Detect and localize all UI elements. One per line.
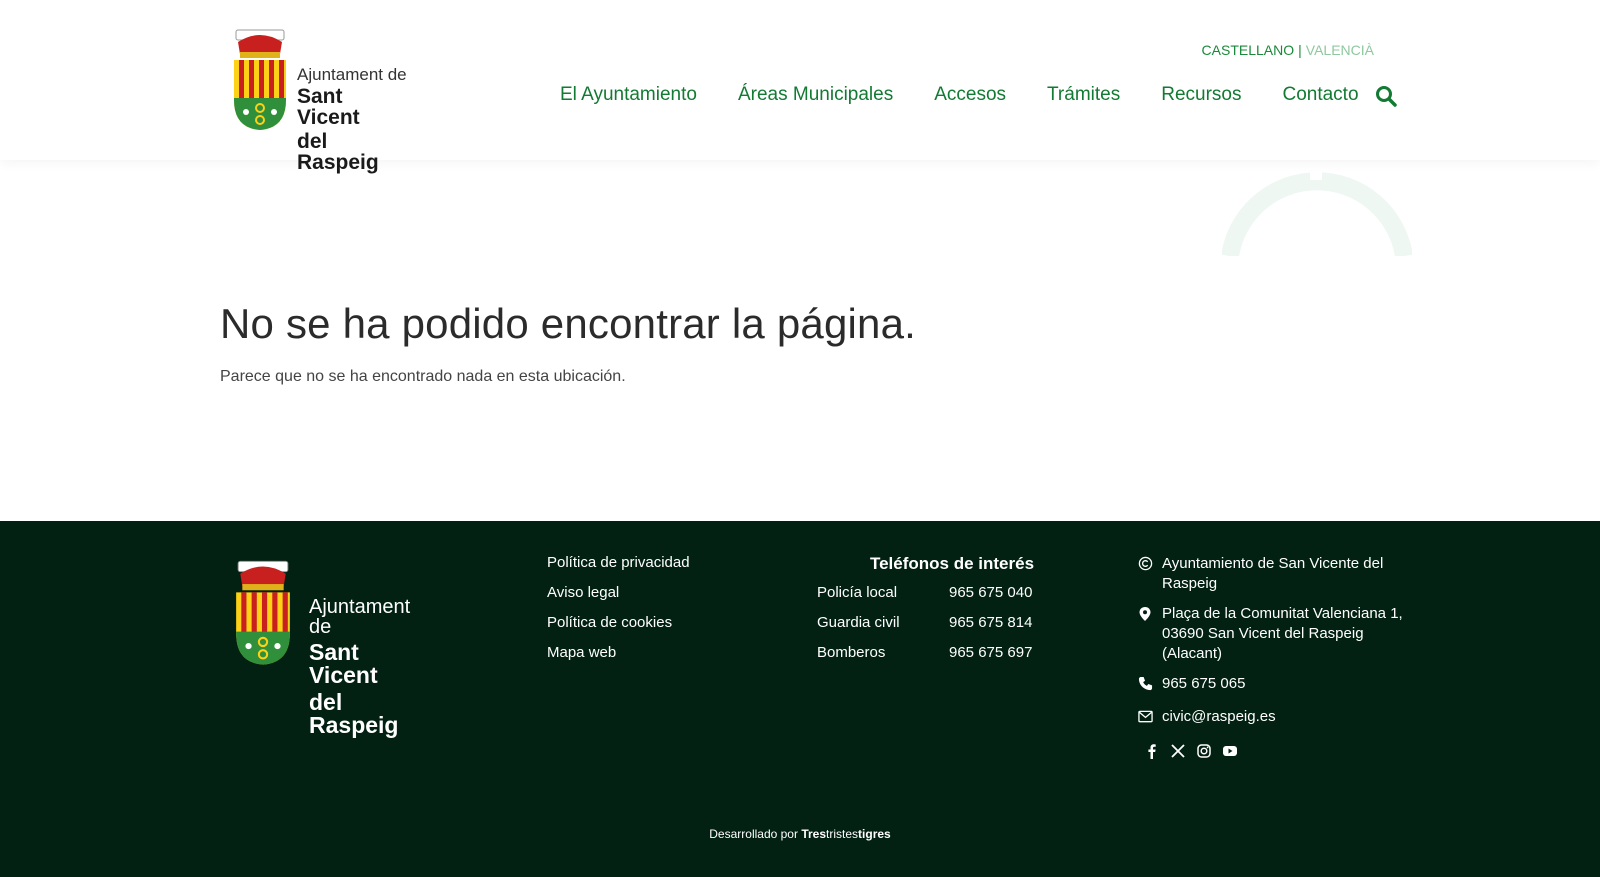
phone-name: Guardia civil <box>817 614 900 631</box>
main-content: No se ha podido encontrar la página. Par… <box>220 300 1220 386</box>
footer-logo-line-3: del Raspeig <box>309 689 399 738</box>
lang-separator: | <box>1298 42 1302 58</box>
phone-row: Bomberos 965 675 697 <box>817 644 1047 662</box>
phones-title: Teléfonos de interés <box>869 554 1035 573</box>
logo-line-3: del Raspeig <box>297 130 379 174</box>
credit-brand[interactable]: Trestristestigres <box>801 827 890 841</box>
search-icon[interactable] <box>1374 84 1398 108</box>
useful-phones: Teléfonos de interés Policía local 965 6… <box>817 554 1047 674</box>
credit-brand-part-3: tigres <box>858 827 891 841</box>
address-text: Plaça de la Comunitat Valenciana 1, 0369… <box>1162 605 1403 662</box>
contact-info: Ayuntamiento de San Vicente del Raspeig … <box>1138 554 1408 759</box>
page-title: No se ha podido encontrar la página. <box>220 300 917 347</box>
phone-icon <box>1138 674 1162 697</box>
credit-brand-part-2: tristes <box>826 827 859 841</box>
social-links <box>1144 743 1408 759</box>
decorative-arc <box>1222 160 1412 256</box>
logo-line-1: Ajuntament de <box>297 65 407 84</box>
nav-contacto[interactable]: Contacto <box>1282 84 1358 106</box>
contact-phone: 965 675 065 <box>1138 674 1408 697</box>
phone-number[interactable]: 965 675 040 <box>949 584 1032 602</box>
site-header: Ajuntament de Sant Vicent del Raspeig CA… <box>0 0 1600 173</box>
phone-row: Guardia civil 965 675 814 <box>817 614 1047 632</box>
envelope-icon <box>1138 707 1162 729</box>
link-cookie-policy[interactable]: Política de cookies <box>547 614 690 632</box>
credit-prefix: Desarrollado por <box>709 827 798 841</box>
footer-logo-line-2: Sant Vicent <box>309 639 378 688</box>
copyright-icon <box>1138 554 1162 594</box>
language-switcher: CASTELLANO | VALENCIÀ <box>1202 42 1374 58</box>
contact-copyright: Ayuntamiento de San Vicente del Raspeig <box>1138 554 1408 594</box>
nav-tramites[interactable]: Trámites <box>1047 84 1120 106</box>
site-logo[interactable]: Ajuntament de Sant Vicent del Raspeig <box>230 28 410 173</box>
link-legal-notice[interactable]: Aviso legal <box>547 584 690 602</box>
phone-number[interactable]: 965 675 814 <box>949 614 1032 632</box>
phone-row: Policía local 965 675 040 <box>817 584 1047 602</box>
copyright-text: Ayuntamiento de San Vicente del Raspeig <box>1162 555 1384 592</box>
nav-accesos[interactable]: Accesos <box>934 84 1006 106</box>
contact-phone-number[interactable]: 965 675 065 <box>1162 674 1245 697</box>
footer-logo[interactable]: Ajuntament de Sant Vicent del Raspeig <box>232 554 432 737</box>
link-sitemap[interactable]: Mapa web <box>547 644 690 662</box>
coat-of-arms-icon <box>236 560 290 665</box>
phone-name: Bomberos <box>817 644 886 661</box>
youtube-icon[interactable] <box>1222 743 1238 759</box>
lang-valencia-link[interactable]: VALENCIÀ <box>1306 42 1374 58</box>
contact-address: Plaça de la Comunitat Valenciana 1, 0369… <box>1138 604 1408 664</box>
instagram-icon[interactable] <box>1196 743 1212 759</box>
facebook-icon[interactable] <box>1144 743 1160 759</box>
logo-line-2: Sant Vicent <box>297 85 360 129</box>
page-subtitle: Parece que no se ha encontrado nada en e… <box>220 368 626 385</box>
footer-logo-line-1: Ajuntament de <box>309 596 411 638</box>
location-pin-icon <box>1138 604 1162 664</box>
developer-credit: Desarrollado por Trestristestigres <box>0 827 1600 841</box>
credit-brand-part-1: Tres <box>801 827 827 841</box>
contact-email: civic@raspeig.es <box>1138 707 1408 729</box>
link-privacy-policy[interactable]: Política de privacidad <box>547 554 690 572</box>
lang-castellano-link[interactable]: CASTELLANO <box>1202 42 1295 58</box>
phone-number[interactable]: 965 675 697 <box>949 644 1032 662</box>
site-footer: Ajuntament de Sant Vicent del Raspeig Po… <box>0 521 1600 877</box>
legal-links: Política de privacidad Aviso legal Polít… <box>547 554 690 674</box>
nav-areas-municipales[interactable]: Áreas Municipales <box>738 84 893 106</box>
phone-name: Policía local <box>817 584 898 601</box>
nav-recursos[interactable]: Recursos <box>1161 84 1241 106</box>
contact-email-address[interactable]: civic@raspeig.es <box>1162 707 1276 729</box>
nav-el-ayuntamiento[interactable]: El Ayuntamiento <box>560 84 697 106</box>
coat-of-arms-icon <box>234 29 286 130</box>
x-icon[interactable] <box>1170 743 1186 759</box>
main-nav: El Ayuntamiento Áreas Municipales Acceso… <box>560 84 1359 106</box>
